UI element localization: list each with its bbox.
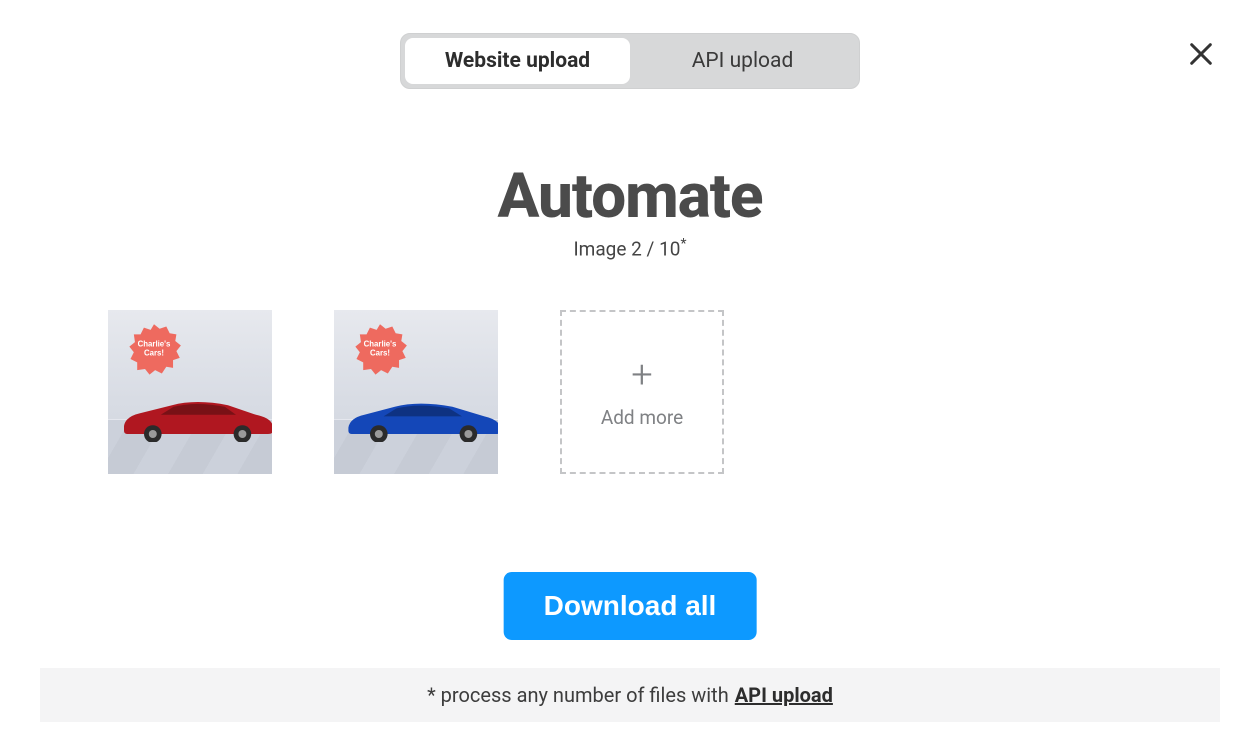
close-icon[interactable] — [1187, 40, 1215, 68]
footer-note: * process any number of files with API u… — [40, 668, 1220, 722]
dealer-badge-icon: Charlie's Cars! — [352, 322, 408, 378]
dealer-badge-icon: Charlie's Cars! — [126, 322, 182, 378]
svg-text:Charlie's: Charlie's — [364, 340, 397, 349]
car-icon — [116, 394, 272, 442]
car-icon — [342, 394, 498, 442]
thumbnail-item[interactable]: Charlie's Cars! — [108, 310, 272, 474]
upload-mode-tabs: Website upload API upload — [400, 33, 860, 89]
thumbnail-item[interactable]: Charlie's Cars! — [334, 310, 498, 474]
footer-api-upload-link[interactable]: API upload — [735, 683, 833, 707]
footer-text: * process any number of files with — [427, 683, 729, 707]
page-title: Automate — [0, 160, 1260, 233]
tab-website-upload[interactable]: Website upload — [405, 38, 630, 84]
plus-icon: + — [631, 356, 652, 394]
page-subtitle: Image 2 / 10* — [0, 236, 1260, 260]
download-all-button[interactable]: Download all — [504, 572, 757, 640]
close-icon-svg — [1187, 40, 1215, 68]
svg-text:Cars!: Cars! — [370, 349, 390, 358]
add-more-label: Add more — [601, 406, 683, 429]
subtitle-prefix: Image — [574, 237, 632, 260]
svg-text:Charlie's: Charlie's — [138, 340, 171, 349]
subtitle-asterisk: * — [680, 236, 686, 252]
thumbnail-row: Charlie's Cars! Charlie's Cars! — [108, 310, 724, 474]
svg-text:Cars!: Cars! — [144, 349, 164, 358]
tab-api-upload[interactable]: API upload — [630, 38, 855, 84]
subtitle-count: 2 / 10 — [631, 237, 680, 260]
add-more-button[interactable]: + Add more — [560, 310, 724, 474]
